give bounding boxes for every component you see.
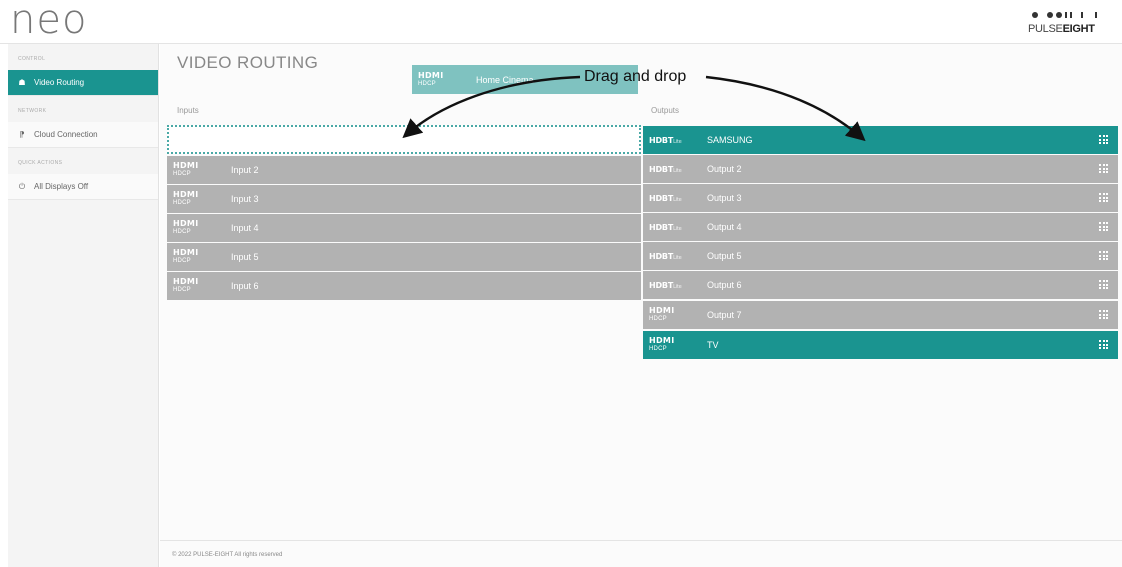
input-label: Input 3: [231, 194, 259, 204]
drag-and-drop-annotation: Drag and drop: [584, 68, 687, 85]
output-label: Output 4: [707, 222, 742, 232]
sidebar-item-video-routing[interactable]: ☗ Video Routing: [8, 70, 158, 96]
output-label: Output 7: [707, 310, 742, 320]
hdmi-hdcp-icon: HDMI HDCP: [173, 161, 199, 178]
grid-icon[interactable]: [1099, 340, 1108, 349]
page-title: VIDEO ROUTING: [177, 53, 319, 72]
sidebar-item-all-displays-off[interactable]: ⏻ All Displays Off: [8, 174, 158, 200]
grid-icon[interactable]: [1099, 135, 1108, 144]
hdmi-hdcp-icon: HDMI HDCP: [173, 248, 199, 265]
hdmi-hdcp-icon: HDMI HDCP: [173, 277, 199, 294]
output-row[interactable]: HDBTLite SAMSUNG: [643, 126, 1118, 154]
output-row[interactable]: HDMI HDCP Output 7: [643, 301, 1118, 329]
hdmi-hdcp-icon: HDMI HDCP: [173, 219, 199, 236]
hdmi-hdcp-icon: HDMI HDCP: [649, 306, 675, 323]
grid-icon[interactable]: [1099, 251, 1108, 260]
hdmi-hdcp-icon: HDMI HDCP: [418, 70, 444, 87]
top-header: neo PULSEEIGHT: [0, 0, 1122, 44]
output-label: Output 6: [707, 280, 742, 290]
sidebar-section-control: CONTROL: [18, 56, 46, 62]
hdmi-hdcp-icon: HDMI HDCP: [649, 336, 675, 353]
power-icon: ⏻: [18, 181, 26, 191]
sidebar: CONTROL ☗ Video Routing NETWORK ⁋ Cloud …: [8, 44, 159, 567]
output-label: Output 5: [707, 251, 742, 261]
rss-icon: ⁋: [19, 130, 25, 139]
sidebar-item-cloud-connection[interactable]: ⁋ Cloud Connection: [8, 122, 158, 148]
hdbaset-icon: HDBTLite: [649, 251, 682, 261]
grid-icon[interactable]: [1099, 164, 1108, 173]
sidebar-section-network: NETWORK: [18, 108, 47, 114]
input-drop-slot[interactable]: [167, 125, 641, 154]
input-row[interactable]: HDMI HDCP Input 3: [167, 185, 641, 213]
dragged-item-label: Home Cinema: [476, 74, 534, 85]
sidebar-item-label: All Displays Off: [34, 182, 89, 191]
sidebar-item-label: Cloud Connection: [34, 130, 98, 139]
output-row[interactable]: HDMI HDCP TV: [643, 331, 1118, 359]
main-content: VIDEO ROUTING Inputs Outputs HDMI HDCP H…: [160, 44, 1122, 567]
output-row[interactable]: HDBTLite Output 4: [643, 213, 1118, 241]
app-root: neo PULSEEIGHT CONTROL ☗ Video Routing N…: [0, 0, 1122, 567]
home-icon: ☗: [18, 78, 26, 87]
output-label: Output 2: [707, 164, 742, 174]
hdbaset-icon: HDBTLite: [649, 164, 682, 174]
outputs-heading: Outputs: [651, 106, 680, 115]
hdbaset-icon: HDBTLite: [649, 135, 682, 145]
sidebar-section-quick-actions: QUICK ACTIONS: [18, 160, 63, 166]
input-label: Input 2: [231, 165, 259, 175]
grid-icon[interactable]: [1099, 222, 1108, 231]
input-row[interactable]: HDMI HDCP Input 4: [167, 214, 641, 242]
hdbaset-icon: HDBTLite: [649, 193, 682, 203]
output-label: SAMSUNG: [707, 135, 753, 145]
grid-icon[interactable]: [1099, 280, 1108, 289]
output-label: TV: [707, 340, 719, 350]
input-label: Input 4: [231, 223, 259, 233]
sidebar-item-label: Video Routing: [34, 78, 85, 87]
neo-logo[interactable]: neo: [10, 0, 87, 40]
input-row[interactable]: HDMI HDCP Input 5: [167, 243, 641, 271]
input-label: Input 6: [231, 281, 259, 291]
hdbaset-icon: HDBTLite: [649, 280, 682, 290]
hdmi-hdcp-icon: HDMI HDCP: [173, 190, 199, 207]
grid-icon[interactable]: [1099, 310, 1108, 319]
inputs-heading: Inputs: [177, 106, 199, 115]
input-row[interactable]: HDMI HDCP Input 6: [167, 272, 641, 300]
output-row[interactable]: HDBTLite Output 2: [643, 155, 1118, 183]
brand-name-b: EIGHT: [1062, 23, 1095, 35]
input-row[interactable]: HDMI HDCP Input 2: [167, 156, 641, 184]
brand-mark-icon: [1032, 12, 1097, 18]
footer-copyright: © 2022 PULSE-EIGHT All rights reserved: [160, 540, 1122, 567]
output-row[interactable]: HDBTLite Output 5: [643, 242, 1118, 270]
output-label: Output 3: [707, 193, 742, 203]
output-row[interactable]: HDBTLite Output 3: [643, 184, 1118, 212]
brand-name-a: PULSE: [1028, 23, 1063, 35]
hdbaset-icon: HDBTLite: [649, 222, 682, 232]
grid-icon[interactable]: [1099, 193, 1108, 202]
pulse-eight-logo: PULSEEIGHT: [1028, 12, 1108, 38]
output-row[interactable]: HDBTLite Output 6: [643, 271, 1118, 299]
input-label: Input 5: [231, 252, 259, 262]
